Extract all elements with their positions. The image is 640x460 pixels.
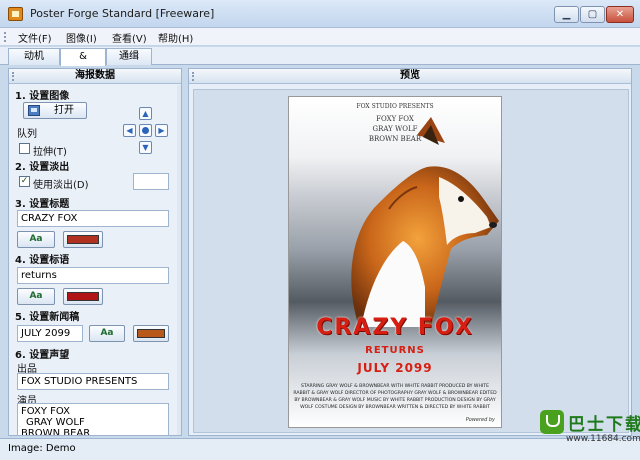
menu-bar: 文件(F) 图像(I) 查看(V) 帮助(H): [0, 28, 640, 46]
title-font-button[interactable]: Aa: [17, 231, 55, 248]
watermark-badge-icon: [540, 410, 564, 434]
tab-wanted[interactable]: 通缉: [106, 48, 152, 65]
poster-tagline: RETURNS: [365, 345, 425, 356]
align-label: 队列: [17, 129, 37, 140]
poster-date: JULY 2099: [357, 361, 433, 375]
section-image-title: 1. 设置图像: [15, 91, 70, 102]
tagline-color-button[interactable]: [63, 288, 103, 305]
stretch-checkbox[interactable]: [19, 143, 30, 154]
tagline-input[interactable]: returns: [17, 267, 169, 284]
watermark-url: www.11684.com: [566, 434, 640, 444]
menu-image[interactable]: 图像(I): [66, 30, 97, 45]
poster-preview: FOX STUDIO PRESENTS FOXY FOX GRAY WOLF B…: [288, 96, 502, 428]
cast-line: GRAY WOLF: [26, 417, 85, 428]
menu-grip-icon: [4, 32, 7, 42]
fox-image: [351, 117, 499, 327]
section-title-title: 3. 设置标题: [15, 199, 70, 210]
preview-panel: 预览 FOX STUDIO PRESENTS FOXY FOX GRAY WOL…: [188, 68, 632, 436]
tab-ampersand[interactable]: &: [60, 48, 106, 66]
panel-grip-icon: [12, 72, 15, 81]
poster-title: CRAZY FOX: [316, 315, 474, 340]
poster-cast-1: FOXY FOX: [376, 115, 414, 123]
preview-grip-icon: [192, 72, 195, 81]
open-button-label: 打开: [54, 105, 74, 116]
fade-color-input[interactable]: [133, 173, 169, 190]
minimize-button[interactable]: ▁: [554, 6, 579, 23]
watermark-logo: 巴士下载 www.11684.com: [540, 410, 640, 458]
cast-line: BROWN BEAR: [21, 428, 91, 436]
cast-textarea[interactable]: FOXY FOX GRAY WOLF BROWN BEAR: [17, 403, 169, 436]
section-tagline-title: 4. 设置标语: [15, 255, 70, 266]
app-icon: [8, 7, 23, 21]
align-left-icon[interactable]: ◀: [123, 124, 136, 137]
title-input[interactable]: CRAZY FOX: [17, 210, 169, 227]
menu-view[interactable]: 查看(V): [112, 30, 147, 45]
poster-data-panel: 海报数据 1. 设置图像 打开 队列 拉伸(T) ▲ ◀ ▶ ▼ 2. 设置淡出…: [8, 68, 182, 436]
title-color-fill: [67, 235, 99, 244]
poster-credits: STARRING GRAY WOLF & BROWNBEAR WITH WHIT…: [293, 384, 497, 410]
poster-cast-3: BROWN BEAR: [368, 135, 422, 143]
section-credits-title: 6. 设置声望: [15, 350, 70, 361]
tab-motive[interactable]: 动机: [8, 48, 60, 65]
maximize-button[interactable]: ▢: [580, 6, 605, 23]
poster-powered: Powered by: [465, 417, 495, 423]
fade-checkbox[interactable]: ✓: [19, 176, 30, 187]
window-title: Poster Forge Standard [Freeware]: [30, 7, 215, 20]
tagline-font-button[interactable]: Aa: [17, 288, 55, 305]
release-color-fill: [137, 329, 165, 338]
tab-bar: 动机 & 通缉: [0, 47, 640, 66]
preview-title: 预览: [400, 70, 420, 81]
panel-header: 海报数据: [9, 69, 181, 84]
release-color-button[interactable]: [133, 325, 169, 342]
poster-studio: FOX STUDIO PRESENTS: [356, 103, 434, 110]
preview-header: 预览: [189, 69, 631, 84]
close-button[interactable]: ✕: [606, 6, 634, 23]
menu-file[interactable]: 文件(F): [18, 30, 52, 45]
poster-cast-2: GRAY WOLF: [372, 125, 418, 133]
title-bar: Poster Forge Standard [Freeware] ▁ ▢ ✕: [0, 0, 640, 28]
open-image-icon: [28, 105, 40, 116]
menu-help[interactable]: 帮助(H): [158, 30, 193, 45]
align-center-icon[interactable]: [139, 124, 152, 137]
open-button[interactable]: 打开: [23, 102, 87, 119]
presents-input[interactable]: FOX STUDIO PRESENTS: [17, 373, 169, 390]
panel-title: 海报数据: [75, 70, 115, 81]
align-right-icon[interactable]: ▶: [155, 124, 168, 137]
fade-label: 使用淡出(D): [33, 180, 89, 191]
align-bottom-icon[interactable]: ▼: [139, 141, 152, 154]
release-input[interactable]: JULY 2099: [17, 325, 83, 342]
watermark-title: 巴士下载: [568, 415, 640, 435]
cast-line: FOXY FOX: [21, 406, 70, 417]
stretch-label: 拉伸(T): [33, 147, 67, 158]
section-fade-title: 2. 设置淡出: [15, 162, 70, 173]
status-text: Image: Demo: [8, 443, 76, 454]
tagline-color-fill: [67, 292, 99, 301]
align-top-icon[interactable]: ▲: [139, 107, 152, 120]
title-color-button[interactable]: [63, 231, 103, 248]
release-font-button[interactable]: Aa: [89, 325, 125, 342]
section-release-title: 5. 设置新闻稿: [15, 312, 80, 323]
preview-canvas[interactable]: FOX STUDIO PRESENTS FOXY FOX GRAY WOLF B…: [193, 89, 629, 433]
